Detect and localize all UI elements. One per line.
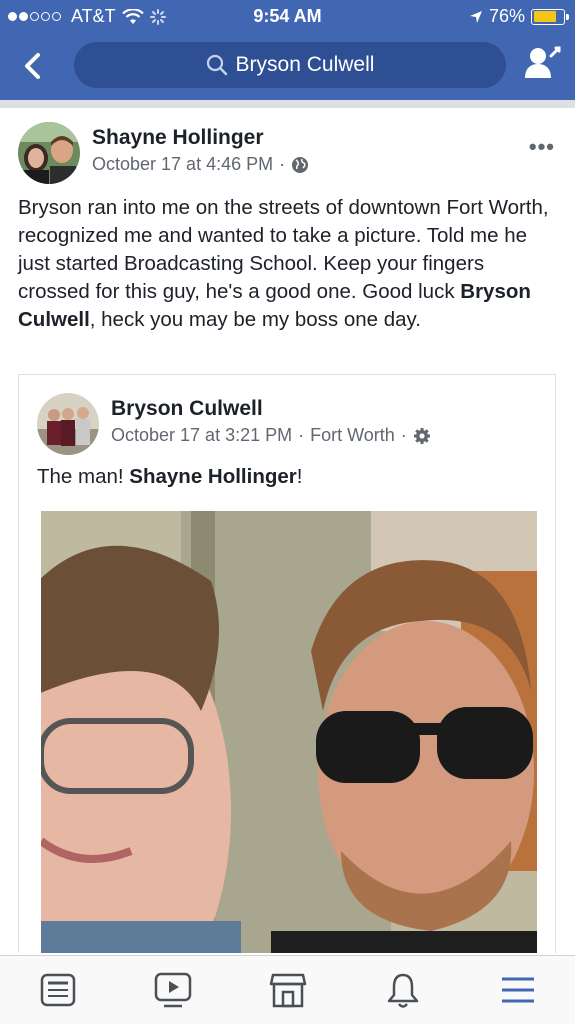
gear-icon [413, 427, 430, 444]
shared-post[interactable]: Bryson Culwell October 17 at 3:21 PM · F… [18, 374, 556, 953]
meta-separator: · [298, 425, 305, 445]
feed-divider [0, 100, 575, 108]
globe-icon [292, 156, 309, 173]
post-meta: October 17 at 4:46 PM · [92, 154, 309, 175]
menu-icon [501, 977, 534, 1003]
shared-mention-link[interactable]: Shayne Hollinger [129, 465, 296, 488]
post-author[interactable]: Shayne Hollinger [92, 126, 264, 150]
location-arrow-icon [469, 10, 482, 23]
nav-watch[interactable] [143, 965, 203, 1015]
shared-text-prefix: The man! [37, 465, 130, 488]
shared-text-suffix: ! [296, 465, 303, 488]
battery-icon [531, 8, 569, 25]
status-bar: AT&T 9:54 AM 76% [0, 0, 575, 34]
post-body: Bryson ran into me on the streets of dow… [18, 194, 558, 334]
shared-text: The man! Shayne Hollinger! [37, 465, 302, 489]
nav-menu[interactable] [488, 965, 548, 1015]
news-feed-icon [40, 973, 75, 1007]
shared-photo[interactable] [41, 511, 537, 953]
add-friend-button[interactable] [523, 44, 563, 84]
search-input[interactable]: Bryson Culwell [74, 42, 506, 88]
avatar[interactable] [18, 122, 80, 184]
more-options-icon[interactable]: ••• [529, 134, 555, 160]
meta-separator: · [279, 154, 286, 174]
nav-news-feed[interactable] [28, 965, 88, 1015]
add-friend-icon [525, 46, 561, 78]
shared-meta: October 17 at 3:21 PM · Fort Worth · [111, 425, 431, 446]
post-card: Shayne Hollinger October 17 at 4:46 PM ·… [0, 108, 575, 953]
search-icon [206, 54, 227, 76]
nav-marketplace[interactable] [258, 965, 318, 1015]
post-timestamp[interactable]: October 17 at 4:46 PM [92, 154, 273, 175]
search-text: Bryson Culwell [235, 53, 375, 76]
bell-icon [387, 973, 418, 1008]
meta-separator: · [400, 425, 407, 445]
back-button[interactable] [14, 48, 50, 84]
top-bar: AT&T 9:54 AM 76% Bryson Culwell [0, 0, 575, 100]
video-icon [154, 972, 191, 1008]
bottom-nav [0, 955, 575, 1024]
nav-notifications[interactable] [373, 965, 433, 1015]
shared-avatar[interactable] [37, 393, 99, 455]
battery-percent: 76% [488, 6, 525, 26]
chevron-left-icon [25, 53, 40, 79]
shared-timestamp[interactable]: October 17 at 3:21 PM [111, 425, 292, 446]
shared-location[interactable]: Fort Worth [310, 425, 395, 446]
post-body-text-2: , heck you may be my boss one day. [89, 308, 421, 331]
marketplace-icon [269, 973, 306, 1008]
battery-group: 76% [469, 6, 569, 27]
shared-author[interactable]: Bryson Culwell [111, 397, 263, 421]
